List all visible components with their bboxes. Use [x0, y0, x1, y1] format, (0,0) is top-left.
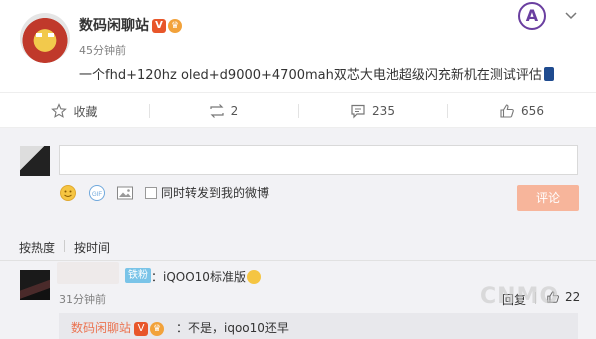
fan-badge: 铁粉	[125, 268, 151, 283]
phone-emoji-icon	[543, 67, 554, 81]
sub-reply-author[interactable]: 数码闲聊站	[71, 321, 131, 335]
verified-icon: V	[152, 19, 166, 33]
comment-text-row: ：iQOO10标准版	[151, 268, 261, 285]
like-count: 656	[521, 104, 544, 118]
repost-option[interactable]: 同时转发到我的微博	[145, 184, 269, 201]
like-button[interactable]: 656	[447, 93, 596, 129]
commenter-avatar[interactable]	[20, 270, 50, 300]
chevron-down-icon[interactable]	[564, 8, 578, 22]
author-name[interactable]: 数码闲聊站	[79, 18, 149, 34]
image-icon[interactable]	[116, 184, 134, 202]
comment-input[interactable]	[59, 145, 578, 175]
comment-text: ：iQOO10标准版	[151, 270, 246, 284]
sub-reply: 数码闲聊站 V ♛ ：不是，iqoo10还早	[59, 313, 578, 339]
author-name-row: 数码闲聊站 V ♛	[79, 15, 182, 35]
avengers-badge-icon[interactable]: A	[518, 2, 546, 30]
comment-time: 31分钟前	[59, 293, 106, 306]
author-avatar[interactable]	[20, 13, 70, 63]
sort-bar: 按热度 按时间	[0, 227, 596, 261]
repost-checkbox[interactable]	[145, 186, 157, 199]
member-icon: ♛	[150, 321, 165, 336]
weibo-post: 数码闲聊站 V ♛ 45分钟前 一个fhd+120hz oled+d9000+470…	[0, 0, 596, 92]
commenter-name-redacted	[57, 262, 119, 284]
star-icon	[51, 103, 68, 118]
repost-button[interactable]: 2	[149, 93, 298, 129]
comment-count: 235	[372, 104, 395, 118]
emoji-icon[interactable]	[59, 184, 77, 202]
watermark-logo: CNMO	[480, 284, 560, 309]
my-avatar[interactable]	[20, 146, 50, 176]
favorite-label: 收藏	[73, 104, 98, 119]
sub-reply-text: ：不是，iqoo10还早	[176, 321, 289, 335]
svg-text:GIF: GIF	[92, 192, 102, 198]
member-icon: ♛	[168, 19, 182, 33]
favorite-button[interactable]: 收藏	[0, 93, 149, 129]
comment-icon	[351, 104, 365, 119]
post-time[interactable]: 45分钟前	[79, 42, 126, 58]
sub-reply-author-row: 数码闲聊站 V ♛	[71, 319, 165, 336]
sort-divider	[64, 240, 65, 252]
post-text: 一个fhd+120hz oled+d9000+4700mah双芯大电池超级闪充新…	[79, 68, 542, 83]
repost-option-label: 同时转发到我的微博	[161, 186, 270, 200]
sort-by-hot-tab[interactable]: 按热度	[19, 239, 55, 256]
thumbs-up-icon	[500, 104, 514, 118]
comment-like-count: 22	[565, 290, 581, 304]
comment-button[interactable]: 235	[298, 93, 447, 129]
verified-icon: V	[134, 321, 149, 336]
repost-count: 2	[230, 104, 239, 118]
post-content: 一个fhd+120hz oled+d9000+4700mah双芯大电池超级闪充新…	[79, 64, 554, 83]
gif-icon[interactable]: GIF	[88, 184, 106, 202]
sweat-emoji-icon	[246, 270, 261, 284]
repost-icon	[210, 104, 224, 118]
submit-comment-button[interactable]: 评论	[517, 185, 579, 211]
post-action-bar: 收藏 2 235 656	[0, 92, 596, 128]
sort-by-time-tab[interactable]: 按时间	[74, 239, 110, 256]
